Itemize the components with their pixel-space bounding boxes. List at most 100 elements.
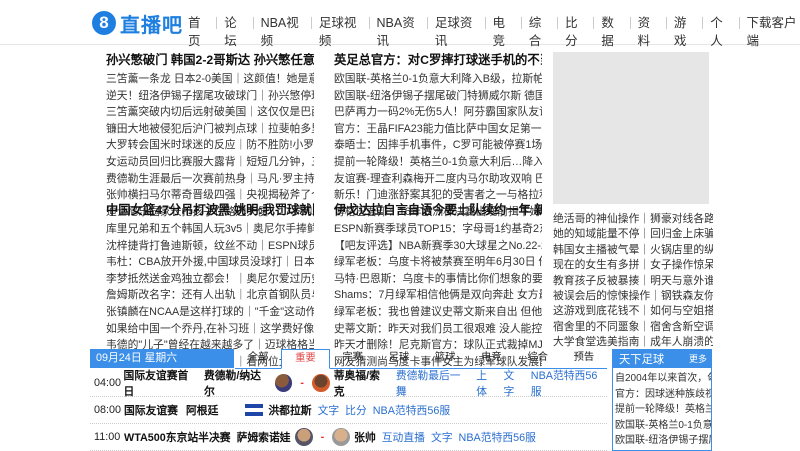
- schedule-tabs: 全部 重要 完赛 足球 篮球 电竞 综合 预告: [235, 349, 607, 369]
- news-item[interactable]: 大罗转会国米时球迷的反应｜防不胜防!小罗被罗马斯感觉殴了: [106, 137, 314, 154]
- tab-general[interactable]: 综合: [515, 349, 561, 368]
- news-item[interactable]: 泰晤士：因摔手机事件，C罗可能被停赛1场或多场｜: [334, 137, 542, 154]
- nav-item-nba-video[interactable]: NBA视频: [261, 14, 304, 48]
- match-row[interactable]: 04:00 国际友谊赛首日 费德勒/纳达尔 - 蒂奥福/索克 费德勒最后一舞 上…: [90, 367, 607, 399]
- news-item[interactable]: 沈梓捷背打鲁迪斯顿，纹丝不动｜ESPN球员排行，库里第五: [106, 238, 314, 255]
- away-avatar: [332, 428, 351, 446]
- away-team[interactable]: 张帅: [354, 429, 376, 445]
- list-item[interactable]: 教育孩子反被暴揍｜明天与意外谁先到: [553, 274, 713, 289]
- nav-item-forum[interactable]: 论坛: [224, 14, 245, 48]
- logo-mark-icon: 8: [92, 11, 116, 35]
- nav-item-personal[interactable]: 个人: [710, 14, 731, 48]
- match-link[interactable]: 文字: [431, 429, 453, 445]
- news-item[interactable]: 【吧友评选】NBA新赛季30大球星之No.22-24｜: [334, 238, 542, 255]
- news-item[interactable]: 李梦抵然送金鸡独立都会！｜奥尼尔爱过历史最佳阵容中锋: [106, 271, 314, 288]
- match-league: 国际友谊赛: [124, 405, 178, 417]
- match-link[interactable]: NBA范特西56服: [459, 429, 536, 445]
- match-link[interactable]: 上体: [476, 367, 497, 399]
- news-item[interactable]: 库里兄弟和五个韩国人玩3v5｜奥尼尔手捧鲜花对米燕单膝下跪: [106, 221, 314, 238]
- vs-separator: -: [300, 377, 304, 389]
- home-team[interactable]: 费德勒/纳达尔: [204, 367, 271, 399]
- list-item[interactable]: 自2004年以来首次，匈牙...: [613, 371, 711, 387]
- sidebar-title: 天下足球: [619, 353, 665, 366]
- match-link[interactable]: 费德勒最后一舞: [396, 367, 470, 399]
- home-team[interactable]: 萨姆索诺娃: [237, 429, 291, 445]
- news-item[interactable]: 费德勒生涯最后一次赛前热身｜马凡·罗主持《天王》时的口误: [106, 171, 314, 188]
- tab-finished[interactable]: 完赛: [330, 349, 376, 368]
- tab-preview[interactable]: 预告: [561, 349, 607, 368]
- list-item[interactable]: 她的知域能量不停｜回归金上床骗天花板: [553, 227, 713, 242]
- list-item[interactable]: 韩国女主播被气晕｜火锅店里的纵火犯: [553, 243, 713, 258]
- match-row[interactable]: 08:00 国际友谊赛 阿根廷 洪都拉斯 文字 比分 NBA范特西56服: [90, 397, 607, 424]
- ad-placeholder[interactable]: [553, 52, 709, 204]
- news-item[interactable]: 詹姆斯改名字：还有人出轨｜北京首钢队员与女记者发生冲突: [106, 287, 314, 304]
- tab-soccer[interactable]: 足球: [376, 349, 422, 368]
- tab-esports[interactable]: 电竞: [468, 349, 514, 368]
- nav-item-soccer-news[interactable]: 足球资讯: [435, 14, 478, 48]
- nav-item-info[interactable]: 资料: [638, 14, 659, 48]
- list-item[interactable]: 提前一轮降级！英格兰0-1...: [613, 402, 711, 418]
- nav-item-games[interactable]: 游戏: [674, 14, 695, 48]
- news-headline[interactable]: 中国女篮47分吊打波黑 姚明:我罚球就比奥胖好点: [106, 201, 314, 219]
- news-item[interactable]: 女运动员回归比赛服大露背｜短短几分钟，三观都被了几次: [106, 154, 314, 171]
- nav-item-download-app[interactable]: 下载客户端: [746, 14, 800, 48]
- tab-important[interactable]: 重要: [281, 349, 330, 369]
- match-link[interactable]: NBA范特西56服: [531, 367, 607, 399]
- nav-item-esports[interactable]: 电竞: [493, 14, 514, 48]
- match-link[interactable]: NBA范特西56服: [373, 402, 450, 418]
- site-header: 8 直播吧 首页 论坛 NBA视频 足球视频 NBA资讯 足球资讯 电竞 综合 …: [0, 0, 800, 48]
- news-item[interactable]: Shams：7月绿军相信他俩是双向奔赴 女方最近对乌度卡提出...: [334, 287, 542, 304]
- sidebar-list: 自2004年以来首次，匈牙... 官方：因球迷种族歧视，... 提前一轮降级！英…: [613, 368, 711, 449]
- news-item[interactable]: 史蒂文斯：昨天对我们员工很艰难 没人能控制推特上的概...: [334, 321, 542, 338]
- news-item[interactable]: 巴萨再力一码2%无伤5人！阿芬霸国家队友谊赛伤退，将缺阵2: [334, 104, 542, 121]
- nav-item-home[interactable]: 首页: [188, 14, 209, 48]
- away-team[interactable]: 蒂奥福/索克: [334, 367, 390, 399]
- news-item[interactable]: 友谊赛-理查利森梅开二度内马尔助攻双响 巴西3-0完胜加纳｜: [334, 171, 542, 188]
- list-item[interactable]: 被误会后的惊悚操作｜钢铁森友你想哈: [553, 289, 713, 304]
- news-item[interactable]: 三笘薰一条龙 日本2-0美国｜这颜值！她是意甲当红女主持人: [106, 71, 314, 88]
- match-league: 国际友谊赛首日: [123, 370, 189, 398]
- list-item[interactable]: 这游戏到底花钱不｜如何与空姐搭上话: [553, 304, 713, 319]
- news-item[interactable]: 提前一轮降级！英格兰0-1负意大利后…降入欧国联B…: [334, 154, 542, 171]
- away-team[interactable]: 洪都拉斯: [268, 402, 311, 418]
- news-headline[interactable]: 伊戈达拉自言自语今要土队续约一年 新赛季结束后退役: [334, 201, 542, 219]
- list-item[interactable]: 宿舍里的不同噩象｜宿舍含新空调的: [553, 320, 713, 335]
- nav-item-soccer-video[interactable]: 足球视频: [319, 14, 362, 48]
- news-item[interactable]: 欧国联-英格兰0-1负意大利降入B级，拉斯帕多里破门: [334, 71, 542, 88]
- nav-item-nba-news[interactable]: NBA资讯: [377, 14, 420, 48]
- news-item[interactable]: 绿军老板：乌度卡将被禁赛至明年6月30日 他将承受重大经济...: [334, 254, 542, 271]
- nav-item-data[interactable]: 数据: [601, 14, 622, 48]
- news-item[interactable]: 张镇麟在NCAA是这样打球的｜"千金"这动作90%的人都不到: [106, 304, 314, 321]
- news-item[interactable]: 三笘薰突破内切后远射破美国｜这仅仅是巴西的一场社区比赛: [106, 104, 314, 121]
- news-headline[interactable]: 孙兴慜破门 韩国2-2哥斯达 孙兴慜任意球直接破门: [106, 51, 314, 69]
- tab-basketball[interactable]: 篮球: [422, 349, 468, 368]
- nav-item-scores[interactable]: 比分: [565, 14, 586, 48]
- match-link[interactable]: 比分: [345, 402, 367, 418]
- match-link[interactable]: 文字: [318, 402, 340, 418]
- more-link[interactable]: 更多: [689, 352, 707, 365]
- news-item[interactable]: 如果给中国一个乔丹,在补习班｜这学费好像自在了又好像没有: [106, 321, 314, 338]
- news-item[interactable]: 马特·巴恩斯：乌度卡的事情比你们想象的要糟得多｜: [334, 271, 542, 288]
- site-logo[interactable]: 8 直播吧: [92, 10, 183, 37]
- list-item[interactable]: 欧国联-英格兰0-1负意大...: [613, 418, 711, 434]
- date-label[interactable]: 09月24日 星期六: [90, 349, 234, 368]
- news-item[interactable]: 官方：王晶FIFA23能力值比萨中国女足第一，终结能力82超巴雷: [334, 121, 542, 138]
- news-item[interactable]: 逆天！纽洛伊锡子摆尾攻破球门｜孙兴慜停球失误被反击破门: [106, 88, 314, 105]
- news-item[interactable]: 绿军老板：我也曾建议史蒂文斯来自出 但他坚持与马祖拉搭档: [334, 304, 542, 321]
- nav-item-general[interactable]: 综合: [529, 14, 550, 48]
- list-item[interactable]: 现在的女生有多拼｜女子操作惊呆网友: [553, 258, 713, 273]
- news-headline[interactable]: 英足总官方：对C罗摔打球迷手机的不当和暴力行为: [334, 51, 542, 69]
- list-item[interactable]: 绝活哥的神仙操作｜狮豪对线各路人革: [553, 212, 713, 227]
- match-link[interactable]: 文字: [504, 367, 525, 399]
- news-item[interactable]: ESPN新赛季球员TOP15：字母哥1约基奇2东契奇3 恩比德4 库...: [334, 221, 542, 238]
- news-item[interactable]: 镰田大地被侵犯后沪门被判点球｜拉斐帕多里带球后造成格兰: [106, 121, 314, 138]
- match-link[interactable]: 互动直播: [382, 429, 425, 445]
- tab-all[interactable]: 全部: [235, 349, 281, 368]
- match-row[interactable]: 11:00 WTA500东京站半决赛 萨姆索诺娃 - 张帅 互动直播 文字 NB…: [90, 424, 607, 451]
- home-team[interactable]: 阿根廷: [186, 402, 218, 418]
- news-item[interactable]: 欧国联-纽洛伊锡子摆尾破门特狮威尔斯 德国0-1匈牙利提前: [334, 88, 542, 105]
- logo-text: 直播吧: [120, 12, 183, 37]
- list-item[interactable]: 欧国联-纽洛伊锡子摆尾破...: [613, 433, 711, 449]
- list-item[interactable]: 官方：因球迷种族歧视，...: [613, 387, 711, 403]
- news-item[interactable]: 韦杜：CBA放开外援,中国球员没球打｜日本女子团体,选美大赛?: [106, 254, 314, 271]
